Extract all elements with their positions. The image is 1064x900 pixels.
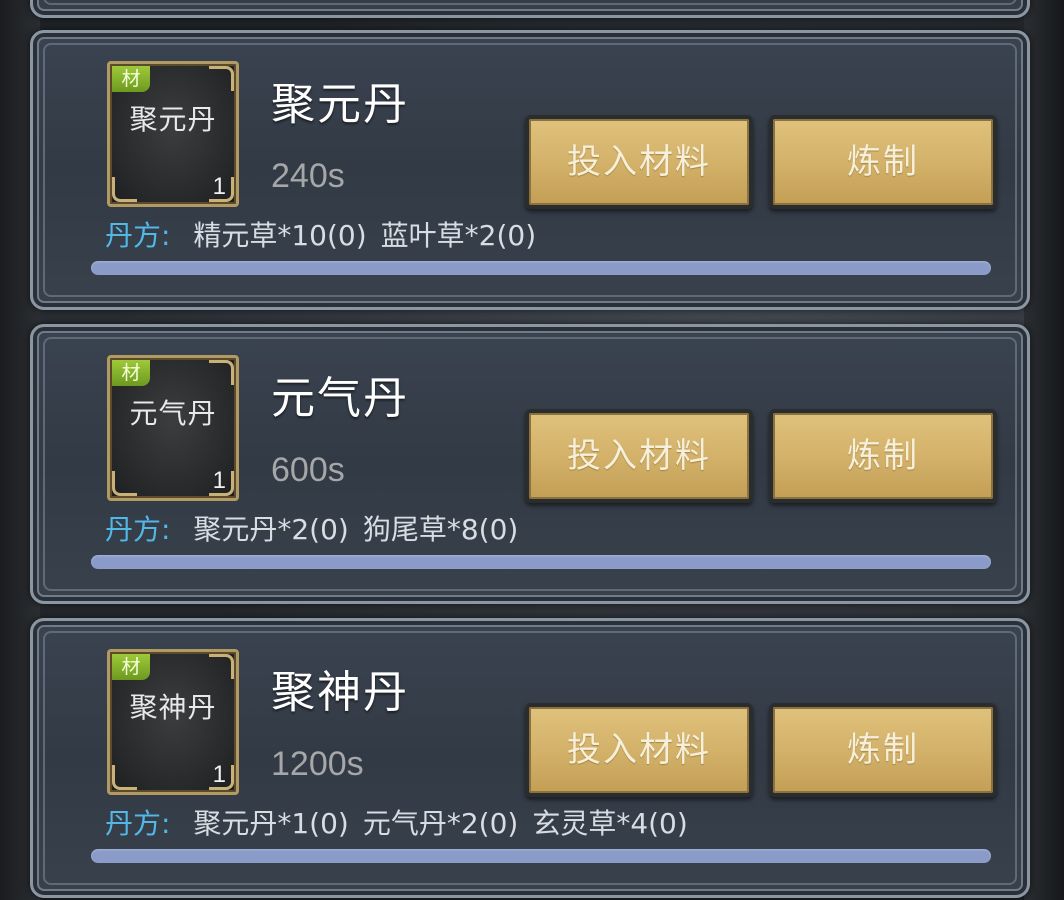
pill-icon[interactable]: 材 元气丹 1 [107,355,239,501]
frame-corner-ornament [209,654,234,679]
previous-recipe-panel-edge [30,0,1030,18]
recipe-ingredient: 玄灵草*4(0) [532,807,688,840]
recipe-ingredients: 丹方: 精元草*10(0) 蓝叶草*2(0) [105,219,536,253]
refine-progress-bar [91,849,991,863]
pill-icon-label: 聚神丹 [129,691,217,724]
pill-icon[interactable]: 材 聚神丹 1 [107,649,239,795]
recipe-ingredients: 丹方: 聚元丹*1(0) 元气丹*2(0) 玄灵草*4(0) [105,807,688,841]
recipe-panel: 材 元气丹 1 元气丹 600s 投入材料 炼制 丹方: 聚元丹*2(0) 狗尾草… [30,324,1030,604]
refine-time: 1200s [271,745,364,783]
frame-corner-ornament [209,66,234,91]
pill-icon-label: 元气丹 [129,397,217,430]
refine-button[interactable]: 炼制 [769,409,997,503]
pill-name: 聚元丹 [271,79,409,130]
pill-icon-count: 1 [212,467,226,494]
add-materials-button[interactable]: 投入材料 [525,115,753,209]
recipe-label: 丹方: [105,513,171,546]
recipe-panel: 材 聚神丹 1 聚神丹 1200s 投入材料 炼制 丹方: 聚元丹*1(0) 元气… [30,618,1030,898]
recipe-label: 丹方: [105,219,171,252]
refine-button[interactable]: 炼制 [769,115,997,209]
recipe-panel: 材 聚元丹 1 聚元丹 240s 投入材料 炼制 丹方: 精元草*10(0) 蓝叶… [30,30,1030,310]
frame-corner-ornament [112,765,137,790]
refine-time: 600s [271,451,345,489]
material-badge: 材 [112,66,150,92]
recipe-label: 丹方: [105,807,171,840]
pill-icon[interactable]: 材 聚元丹 1 [107,61,239,207]
add-materials-button[interactable]: 投入材料 [525,409,753,503]
frame-corner-ornament [112,471,137,496]
recipe-ingredient: 聚元丹*1(0) [193,807,349,840]
material-badge: 材 [112,360,150,386]
refine-progress-bar [91,261,991,275]
recipe-ingredient: 精元草*10(0) [193,219,367,252]
recipe-ingredient: 元气丹*2(0) [362,807,519,840]
recipe-ingredient: 狗尾草*8(0) [362,513,519,546]
refine-button[interactable]: 炼制 [769,703,997,797]
pill-icon-count: 1 [212,761,226,788]
recipe-ingredient: 蓝叶草*2(0) [380,219,537,252]
recipe-ingredient: 聚元丹*2(0) [193,513,349,546]
refine-time: 240s [271,157,345,195]
pill-name: 元气丹 [271,373,409,424]
frame-corner-ornament [112,177,137,202]
refine-progress-bar [91,555,991,569]
add-materials-button[interactable]: 投入材料 [525,703,753,797]
recipe-ingredients: 丹方: 聚元丹*2(0) 狗尾草*8(0) [105,513,518,547]
pill-icon-count: 1 [212,173,226,200]
pill-icon-label: 聚元丹 [129,103,217,136]
pill-name: 聚神丹 [271,667,409,718]
frame-corner-ornament [209,360,234,385]
material-badge: 材 [112,654,150,680]
background-right-pillar [1024,0,1064,900]
